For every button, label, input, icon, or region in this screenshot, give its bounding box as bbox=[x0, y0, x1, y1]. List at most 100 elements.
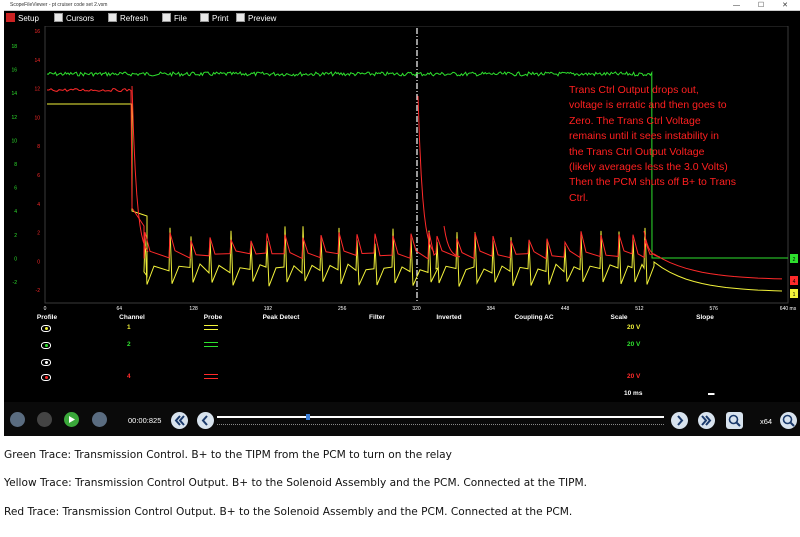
double-left-icon bbox=[174, 415, 185, 426]
y-tick-red: 16 bbox=[34, 29, 40, 35]
channel-marker-label: 2 bbox=[793, 257, 796, 263]
column-header: Inverted bbox=[436, 314, 462, 321]
file-label: File bbox=[174, 14, 187, 23]
chevron-right-icon bbox=[677, 415, 684, 426]
play-button[interactable] bbox=[64, 412, 79, 427]
caption-yellow-trace: Yellow Trace: Transmission Control Outpu… bbox=[4, 477, 587, 489]
channel-visibility-icon[interactable] bbox=[41, 374, 51, 381]
y-tick-red: 4 bbox=[37, 202, 40, 208]
title-bar: ScopeFileViewer - pt cruiser code set 2.… bbox=[4, 0, 800, 11]
x-tick-label: 640 ms bbox=[780, 306, 797, 312]
stop-button[interactable] bbox=[37, 412, 52, 427]
time-readout: 00:00:825 bbox=[128, 416, 162, 425]
channel-visibility-icon[interactable] bbox=[41, 325, 51, 332]
slider-thumb[interactable] bbox=[306, 414, 311, 420]
y-tick-green: -2 bbox=[13, 280, 18, 286]
setup-icon bbox=[6, 13, 15, 22]
caption-red-trace: Red Trace: Transmission Control Output. … bbox=[4, 506, 573, 518]
x-tick-label: 0 bbox=[44, 306, 47, 312]
column-header: Scale bbox=[610, 314, 628, 321]
zoom-button[interactable] bbox=[726, 412, 743, 429]
y-tick-green: 14 bbox=[11, 91, 17, 97]
y-tick-green: 2 bbox=[14, 233, 17, 239]
y-tick-green: 16 bbox=[11, 68, 17, 74]
x-tick-label: 448 bbox=[561, 306, 570, 312]
column-header: Probe bbox=[203, 314, 223, 321]
scope-viewer-window: ScopeFileViewer - pt cruiser code set 2.… bbox=[4, 0, 800, 436]
probe-icon[interactable] bbox=[204, 374, 218, 379]
visibility-pupil bbox=[45, 376, 48, 379]
double-right-icon bbox=[701, 415, 712, 426]
y-tick-green: 10 bbox=[11, 138, 17, 144]
y-tick-green: 8 bbox=[14, 162, 17, 168]
visibility-pupil bbox=[45, 344, 48, 347]
play-icon bbox=[69, 416, 75, 423]
window-title: ScopeFileViewer - pt cruiser code set 2.… bbox=[10, 2, 108, 8]
channel-settings-table: Profile Channel Probe Peak Detect Filter Inve… bbox=[4, 314, 800, 402]
setup-button[interactable]: Setup bbox=[6, 12, 39, 25]
x-tick-label: 576 bbox=[710, 306, 719, 312]
preview-label: Preview bbox=[248, 14, 277, 23]
timeline-slider[interactable] bbox=[217, 413, 664, 429]
channel-number: 2 bbox=[127, 341, 131, 348]
probe-icon[interactable] bbox=[204, 342, 218, 347]
fast-forward-button[interactable] bbox=[698, 412, 715, 429]
y-tick-red: 0 bbox=[37, 259, 40, 265]
y-tick-green: 0 bbox=[14, 256, 17, 262]
channel-scale[interactable]: 20 V bbox=[627, 341, 640, 348]
column-header: Coupling AC bbox=[514, 314, 554, 321]
print-button[interactable]: Print bbox=[200, 12, 228, 25]
setup-label: Setup bbox=[18, 14, 39, 23]
y-tick-red: 8 bbox=[37, 144, 40, 150]
window-controls[interactable]: — ☐ ✕ bbox=[733, 0, 796, 11]
cursors-label: Cursors bbox=[66, 14, 95, 23]
chevron-left-icon bbox=[201, 415, 208, 426]
y-tick-red: 14 bbox=[34, 58, 40, 64]
snapshot-button[interactable] bbox=[92, 412, 107, 427]
cursors-button[interactable]: Cursors bbox=[54, 12, 94, 25]
zoom-in-button[interactable] bbox=[780, 412, 797, 429]
channel-marker-label: 1 bbox=[793, 292, 796, 298]
scope-display[interactable]: 16 14 12 10 8 6 4 2 0 -2 18 16 14 12 10 8 6 4 2 0 -2 0 64 128 19… bbox=[4, 26, 800, 314]
cursors-icon bbox=[54, 13, 63, 22]
probe-icon[interactable] bbox=[204, 325, 218, 330]
record-button[interactable] bbox=[10, 412, 25, 427]
step-forward-button[interactable] bbox=[671, 412, 688, 429]
channel-scale[interactable]: 20 V bbox=[627, 373, 640, 380]
preview-icon bbox=[236, 13, 245, 22]
playback-bar: 00:00:825 x64 bbox=[4, 402, 800, 436]
annotation-note: Trans Ctrl Output drops out, voltage is … bbox=[569, 84, 737, 204]
column-header: Profile bbox=[36, 314, 58, 321]
y-tick-green: 18 bbox=[11, 44, 17, 50]
x-tick-label: 192 bbox=[264, 306, 273, 312]
x-tick-label: 256 bbox=[338, 306, 347, 312]
column-header: Channel bbox=[119, 314, 145, 321]
column-header: Filter bbox=[369, 314, 385, 321]
channel-visibility-icon[interactable] bbox=[41, 342, 51, 349]
channel-visibility-icon[interactable] bbox=[41, 359, 51, 366]
toolbar: Setup Cursors Refresh File Print Preview bbox=[4, 11, 286, 26]
file-button[interactable]: File bbox=[162, 12, 187, 25]
refresh-button[interactable]: Refresh bbox=[108, 12, 148, 25]
y-tick-green: 12 bbox=[11, 115, 17, 121]
channel-number: 4 bbox=[127, 373, 131, 380]
slider-track bbox=[217, 416, 664, 418]
timebase-value[interactable]: 10 ms bbox=[624, 390, 642, 397]
step-back-button[interactable] bbox=[197, 412, 214, 429]
y-tick-green: 4 bbox=[14, 209, 17, 215]
x-tick-label: 320 bbox=[412, 306, 421, 312]
slope-indicator[interactable]: ▬ bbox=[708, 390, 715, 397]
visibility-pupil bbox=[45, 361, 48, 364]
y-tick-green: 6 bbox=[14, 186, 17, 192]
zoom-icon bbox=[728, 414, 741, 427]
red-spike bbox=[131, 85, 149, 253]
y-tick-red: 12 bbox=[34, 87, 40, 93]
rewind-button[interactable] bbox=[171, 412, 188, 429]
refresh-label: Refresh bbox=[120, 14, 149, 23]
preview-button[interactable]: Preview bbox=[236, 12, 276, 25]
y-tick-red: 2 bbox=[37, 231, 40, 237]
channel-scale[interactable]: 20 V bbox=[627, 324, 640, 331]
column-header: Peak Detect bbox=[262, 314, 300, 321]
file-icon bbox=[162, 13, 171, 22]
visibility-pupil bbox=[45, 327, 48, 330]
